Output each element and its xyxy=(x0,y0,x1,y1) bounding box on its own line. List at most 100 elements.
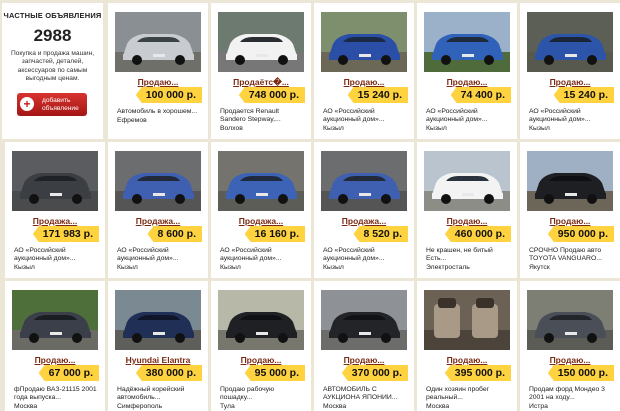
ad-photo[interactable] xyxy=(321,12,407,72)
ad-description: Продам форд Мондео 3 2001 на ходу... xyxy=(529,386,605,401)
ad-card[interactable]: Продажа... 16 160 р. АО «Российский аукц… xyxy=(211,142,311,278)
ad-description: СРОЧНО Продаю авто TOYOTA VANGUARO... xyxy=(529,247,602,262)
ad-card[interactable]: Продаю... 15 240 р. АО «Российский аукци… xyxy=(520,3,620,139)
panel-heading: ЧАСТНЫЕ ОБЪЯВЛЕНИЯ xyxy=(3,11,102,20)
panel-description: Покупка и продажа машин, запчастей, дета… xyxy=(10,50,95,82)
ad-title[interactable]: Продаю... xyxy=(314,77,414,87)
ad-photo[interactable] xyxy=(218,290,304,350)
ad-title[interactable]: Продаю... xyxy=(314,355,414,365)
ad-location: Москва xyxy=(323,403,347,410)
ad-description: Автомобиль в хорошем... xyxy=(117,108,198,115)
ad-title[interactable]: Hyundai Elantra xyxy=(108,355,208,365)
ad-card[interactable]: Продажа... 171 983 р. АО «Российский аук… xyxy=(5,142,105,278)
price-tag: 171 983 р. xyxy=(32,226,99,242)
ad-photo[interactable] xyxy=(527,12,613,72)
ad-title[interactable]: Продажа... xyxy=(314,216,414,226)
ad-description: АО «Российский аукционный дом»... xyxy=(117,247,179,262)
ad-title[interactable]: Продаю... xyxy=(520,216,620,226)
ad-location: Кызыл xyxy=(220,264,241,271)
price-tag: 748 000 р. xyxy=(238,87,305,103)
ad-location: Москва xyxy=(426,403,450,410)
ad-title[interactable]: Продаю... xyxy=(5,355,105,365)
ad-title[interactable]: Продаю... xyxy=(520,355,620,365)
ad-location: Тула xyxy=(220,403,235,410)
ad-description: Не крашен, не битый Есть... xyxy=(426,247,493,262)
ad-photo[interactable] xyxy=(424,290,510,350)
add-ad-button[interactable]: + добавить объявление xyxy=(17,93,87,116)
ad-card[interactable]: Продаю... 74 400 р. АО «Российский аукци… xyxy=(417,3,517,139)
ad-photo[interactable] xyxy=(321,151,407,211)
ad-title[interactable]: Продаю... xyxy=(417,216,517,226)
ad-location: Кызыл xyxy=(426,125,447,132)
ad-card[interactable]: Продаю... 370 000 р. АВТОМОБИЛЬ С АУКЦИО… xyxy=(314,281,414,411)
ad-photo[interactable] xyxy=(527,151,613,211)
ad-title[interactable]: Продажа... xyxy=(5,216,105,226)
ad-location: Москва xyxy=(14,403,38,410)
ad-card[interactable]: Продаю... 67 000 р. фПродаю ВАЗ-21115 20… xyxy=(5,281,105,411)
ad-card[interactable]: Продаю... 395 000 р. Один хозяин пробег … xyxy=(417,281,517,411)
ad-photo[interactable] xyxy=(321,290,407,350)
ad-location: Кызыл xyxy=(323,125,344,132)
ad-card[interactable]: Продажа... 8 600 р. АО «Российский аукци… xyxy=(108,142,208,278)
ad-card[interactable]: Продаю... 460 000 р. Не крашен, не битый… xyxy=(417,142,517,278)
ad-photo[interactable] xyxy=(115,12,201,72)
price-tag: 100 000 р. xyxy=(135,87,202,103)
ad-card[interactable]: Продаю... 15 240 р. АО «Российский аукци… xyxy=(314,3,414,139)
ad-title[interactable]: Продаю... xyxy=(520,77,620,87)
ad-photo[interactable] xyxy=(424,12,510,72)
ad-card[interactable]: Продажа... 8 520 р. АО «Российский аукци… xyxy=(314,142,414,278)
plus-icon: + xyxy=(20,97,34,111)
ad-description: АВТОМОБИЛЬ С АУКЦИОНА ЯПОНИИ... xyxy=(323,386,398,401)
ad-photo[interactable] xyxy=(12,290,98,350)
ad-card[interactable]: Продаётс�... 748 000 р. Продается Renaul… xyxy=(211,3,311,139)
price-tag: 460 000 р. xyxy=(444,226,511,242)
ad-card[interactable]: Продаю... 95 000 р. Продаю рабочую пошад… xyxy=(211,281,311,411)
ad-title[interactable]: Продаётс�... xyxy=(211,77,311,88)
ad-description: АО «Российский аукционный дом»... xyxy=(323,108,385,123)
price-tag: 95 000 р. xyxy=(244,365,305,381)
ad-title[interactable]: Продаю... xyxy=(108,77,208,87)
ad-card[interactable]: Продаю... 150 000 р. Продам форд Мондео … xyxy=(520,281,620,411)
ad-title[interactable]: Продажа... xyxy=(108,216,208,226)
ad-card[interactable]: Hyundai Elantra 380 000 р. Надёжный коре… xyxy=(108,281,208,411)
ad-location: Кызыл xyxy=(529,125,550,132)
ad-photo[interactable] xyxy=(115,290,201,350)
ad-description: АО «Российский аукционный дом»... xyxy=(220,247,282,262)
price-tag: 74 400 р. xyxy=(450,87,511,103)
ad-description: фПродаю ВАЗ-21115 2001 года выпуска... xyxy=(14,386,97,401)
price-tag: 395 000 р. xyxy=(444,365,511,381)
price-tag: 150 000 р. xyxy=(547,365,614,381)
price-tag: 8 520 р. xyxy=(353,226,408,242)
ad-photo[interactable] xyxy=(527,290,613,350)
ad-location: Волхов xyxy=(220,125,243,132)
ad-title[interactable]: Продаю... xyxy=(211,355,311,365)
ad-description: Продаю рабочую пошадку... xyxy=(220,386,275,401)
ad-photo[interactable] xyxy=(218,151,304,211)
price-tag: 950 000 р. xyxy=(547,226,614,242)
ad-photo[interactable] xyxy=(218,12,304,72)
ad-photo[interactable] xyxy=(12,151,98,211)
price-tag: 8 600 р. xyxy=(147,226,202,242)
ad-title[interactable]: Продаю... xyxy=(417,355,517,365)
ad-description: Один хозяин пробег реальный... xyxy=(426,386,490,401)
ad-card[interactable]: Продаю... 950 000 р. СРОЧНО Продаю авто … xyxy=(520,142,620,278)
ads-grid: ЧАСТНЫЕ ОБЪЯВЛЕНИЯ 2988 Покупка и продаж… xyxy=(0,0,620,411)
ad-title[interactable]: Продаю... xyxy=(417,77,517,87)
ad-location: Якутск xyxy=(529,264,550,271)
price-tag: 380 000 р. xyxy=(135,365,202,381)
ad-description: Надёжный корейский автомобиль... xyxy=(117,386,185,401)
price-tag: 16 160 р. xyxy=(244,226,305,242)
add-ad-label-line1: добавить xyxy=(42,97,71,104)
add-ad-label-line2: объявление xyxy=(42,104,79,112)
ad-card[interactable]: Продаю... 100 000 р. Автомобиль в хороше… xyxy=(108,3,208,139)
ad-description: АО «Российский аукционный дом»... xyxy=(14,247,76,262)
ad-location: Кызыл xyxy=(117,264,138,271)
ad-location: Истра xyxy=(529,403,548,410)
ad-location: Симферополь xyxy=(117,403,163,410)
ads-count: 2988 xyxy=(33,26,72,45)
ad-title[interactable]: Продажа... xyxy=(211,216,311,226)
ad-photo[interactable] xyxy=(424,151,510,211)
ad-photo[interactable] xyxy=(115,151,201,211)
ad-description: АО «Российский аукционный дом»... xyxy=(323,247,385,262)
info-panel: ЧАСТНЫЕ ОБЪЯВЛЕНИЯ 2988 Покупка и продаж… xyxy=(2,3,103,139)
